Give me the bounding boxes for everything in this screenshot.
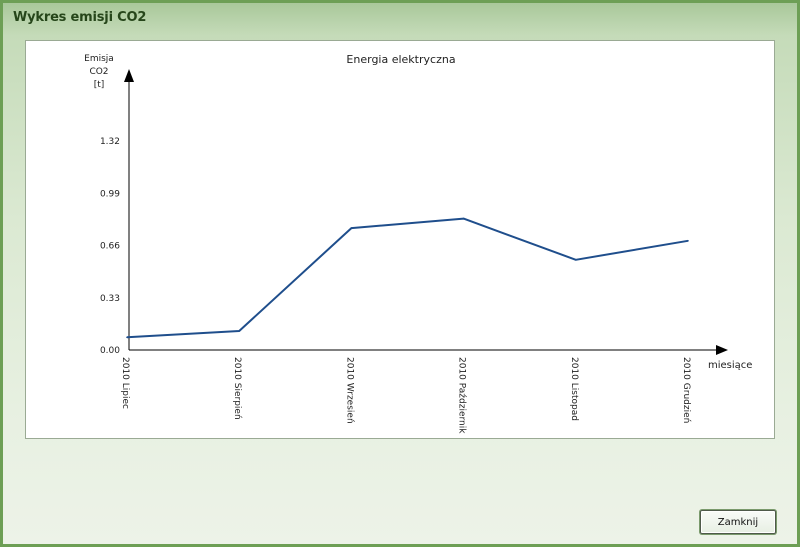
x-tick-label: 2010 Listopad xyxy=(569,357,579,421)
x-tick-label: 2010 Grudzień xyxy=(681,357,691,423)
co2-line-chart: Energia elektryczna Emisja CO2 [t] miesiące 0… xyxy=(84,53,752,434)
x-axis-arrow xyxy=(716,345,728,355)
x-tick-label: 2010 Wrzesień xyxy=(344,357,354,424)
y-tick-label: 0.66 xyxy=(100,242,120,252)
x-tick-label: 2010 Październik xyxy=(457,357,467,434)
y-tick-label: 0.00 xyxy=(100,346,120,356)
y-axis-label-line: CO2 xyxy=(89,67,108,77)
data-point xyxy=(238,330,240,332)
y-tick-label: 0.99 xyxy=(100,189,120,199)
data-point xyxy=(687,240,689,242)
chart-title: Energia elektryczna xyxy=(346,53,455,66)
y-tick-label: 1.32 xyxy=(100,137,120,147)
x-axis-label: miesiące xyxy=(708,360,752,371)
y-axis-arrow xyxy=(124,69,134,82)
data-point xyxy=(350,227,353,229)
close-button[interactable]: Zamknij xyxy=(700,510,776,534)
x-tick-label: 2010 Sierpień xyxy=(232,357,242,420)
data-point xyxy=(126,336,128,339)
window-title: Wykres emisji CO2 xyxy=(13,10,147,25)
series-line xyxy=(126,217,689,339)
y-axis-label-line: [t] xyxy=(94,80,105,90)
data-point xyxy=(462,217,465,220)
y-axis-label-line: Emisja xyxy=(84,54,114,64)
data-point xyxy=(575,259,577,261)
x-tick-label: 2010 Lipiec xyxy=(120,357,130,409)
chart-panel: Energia elektryczna Emisja CO2 [t] miesiące 0… xyxy=(25,40,775,439)
y-tick-label: 0.33 xyxy=(100,294,120,304)
chart-window: Wykres emisji CO2 Energia elektryczna Emi… xyxy=(0,0,800,547)
